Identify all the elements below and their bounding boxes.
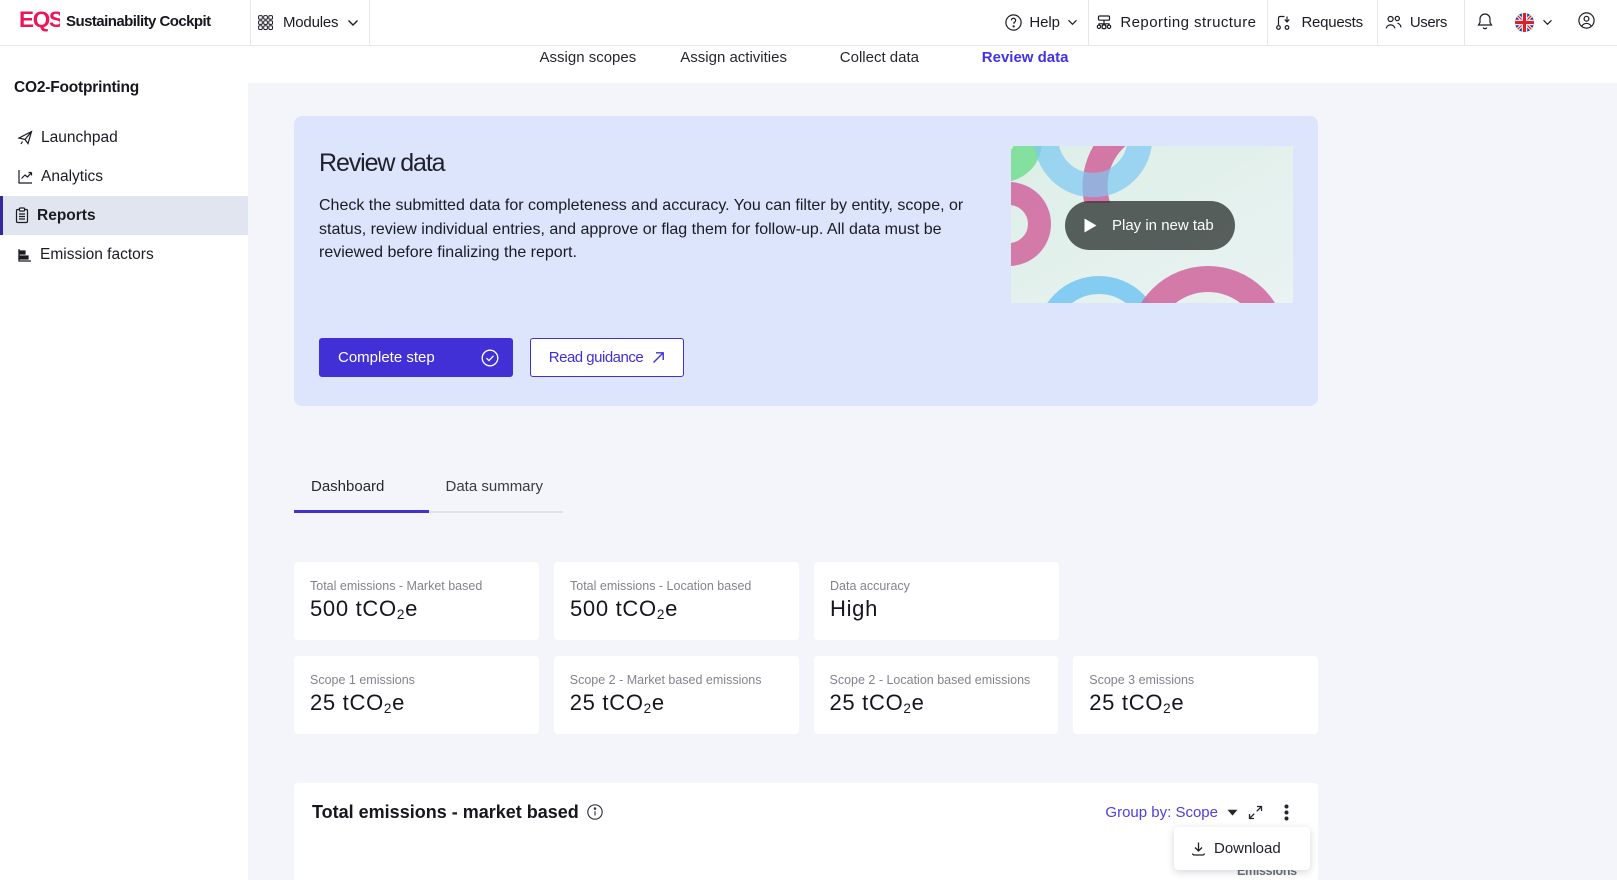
svg-text:EQS: EQS xyxy=(20,10,60,32)
